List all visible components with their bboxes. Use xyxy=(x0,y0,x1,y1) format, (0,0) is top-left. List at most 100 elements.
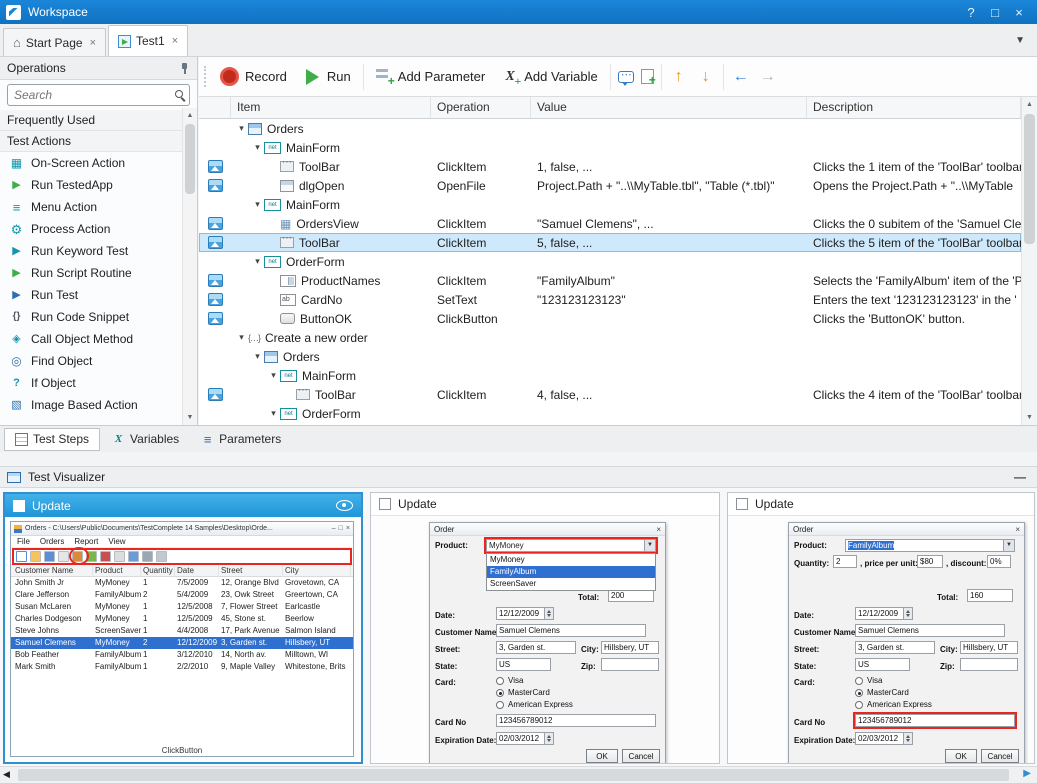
test-step-row[interactable]: ProductNamesClickItem"FamilyAlbum"Select… xyxy=(199,271,1021,290)
orders-cell: 1 xyxy=(143,649,175,661)
update-checkbox[interactable] xyxy=(13,500,25,512)
operation-run-code-snippet[interactable]: Run Code Snippet xyxy=(0,306,182,328)
scroll-left-icon[interactable]: ◀ xyxy=(3,769,10,780)
operation-image-based-action[interactable]: Image Based Action xyxy=(0,394,182,416)
test-step-row[interactable]: ▾MainForm xyxy=(199,138,1021,157)
update-label: Update xyxy=(755,497,794,511)
operation-on-screen-action[interactable]: On-Screen Action xyxy=(0,152,182,174)
update-checkbox[interactable] xyxy=(736,498,748,510)
tab-variables[interactable]: Variables xyxy=(102,428,189,451)
test-step-row[interactable]: ▾MainForm xyxy=(199,366,1021,385)
operation-find-object[interactable]: Find Object xyxy=(0,350,182,372)
operation-run-script-routine[interactable]: Run Script Routine xyxy=(0,262,182,284)
tree-expander-icon[interactable]: ▾ xyxy=(235,332,248,343)
column-header-operation[interactable]: Operation xyxy=(431,97,531,118)
record-button[interactable]: Record xyxy=(215,64,292,89)
test-step-row[interactable]: ▾Create a new order xyxy=(199,328,1021,347)
visualizer-frame-3[interactable]: Update Order × Product: FamilyAlbum ▼ Qu… xyxy=(727,492,1035,764)
test-step-row[interactable]: ToolBarClickItem5, false, ...Clicks the … xyxy=(199,233,1021,252)
tree-expander-icon[interactable]: ▾ xyxy=(251,142,264,153)
scrollbar-thumb[interactable] xyxy=(1024,114,1035,244)
visualizer-thumbnail-icon[interactable] xyxy=(208,293,223,306)
scroll-right-icon[interactable]: ▶ xyxy=(1023,768,1031,779)
help-button[interactable]: ? xyxy=(959,5,983,20)
step-description: Clicks the 0 subitem of the 'Samuel Cle xyxy=(807,217,1021,231)
scroll-down-icon[interactable]: ▼ xyxy=(1022,410,1037,425)
test-step-row[interactable]: ButtonOKClickButtonClicks the 'ButtonOK'… xyxy=(199,309,1021,328)
move-up-icon[interactable]: ↑ xyxy=(669,68,689,86)
description-icon[interactable] xyxy=(641,69,654,84)
operations-scrollbar[interactable]: ▲ ▼ xyxy=(182,108,197,425)
visualizer-thumbnail-icon[interactable] xyxy=(208,236,223,249)
add-variable-button[interactable]: X Add Variable xyxy=(497,66,602,88)
search-input[interactable] xyxy=(7,84,190,106)
eye-icon[interactable] xyxy=(336,500,353,511)
visualizer-frame-header: Update xyxy=(728,493,1034,516)
tab-test1[interactable]: Test1 × xyxy=(108,25,188,56)
scroll-up-icon[interactable]: ▲ xyxy=(183,108,197,123)
tree-expander-icon[interactable]: ▾ xyxy=(235,123,248,134)
operation-call-object-method[interactable]: Call Object Method xyxy=(0,328,182,350)
tab-list-chevron-icon[interactable]: ▼ xyxy=(1015,35,1025,46)
step-value: Project.Path + "..\\MyTable.tbl", "Table… xyxy=(531,179,807,193)
scroll-down-icon[interactable]: ▼ xyxy=(183,410,197,425)
test-step-row[interactable]: CardNoSetText"123123123123"Enters the te… xyxy=(199,290,1021,309)
close-tab-icon[interactable]: × xyxy=(172,35,178,47)
update-checkbox[interactable] xyxy=(379,498,391,510)
grid-vertical-scrollbar[interactable]: ▲ ▼ xyxy=(1021,97,1037,425)
tree-expander-icon[interactable]: ▾ xyxy=(251,199,264,210)
test-step-row[interactable]: ▾Orders xyxy=(199,347,1021,366)
indent-step-icon[interactable]: → xyxy=(758,68,778,86)
scroll-up-icon[interactable]: ▲ xyxy=(1022,97,1037,112)
tab-start-page[interactable]: ⌂ Start Page × xyxy=(3,28,106,56)
add-parameter-button[interactable]: Add Parameter xyxy=(371,66,490,87)
visualizer-frame-2[interactable]: Update Order × Product: MyMoney ▼ MyMone… xyxy=(370,492,720,764)
visualizer-thumbnail-icon[interactable] xyxy=(208,217,223,230)
test-step-row[interactable]: ToolBarClickItem4, false, ...Clicks the … xyxy=(199,385,1021,404)
operations-group-header[interactable]: Frequently Used xyxy=(0,110,182,131)
visualizer-thumbnail-icon[interactable] xyxy=(208,388,223,401)
scrollbar-thumb[interactable] xyxy=(185,124,195,194)
scrollbar-thumb[interactable] xyxy=(18,769,1009,781)
pin-icon[interactable] xyxy=(179,63,190,74)
tree-expander-icon[interactable]: ▾ xyxy=(267,408,280,419)
maximize-button[interactable]: □ xyxy=(983,5,1007,20)
column-header-item[interactable]: Item xyxy=(231,97,431,118)
operation-process-action[interactable]: Process Action xyxy=(0,218,182,240)
close-tab-icon[interactable]: × xyxy=(90,37,96,49)
outdent-step-icon[interactable]: ← xyxy=(731,68,751,86)
test-step-row[interactable]: ▾OrderForm xyxy=(199,252,1021,271)
operation-if-object[interactable]: If Object xyxy=(0,372,182,394)
orders-cell: Clare Jefferson xyxy=(15,589,93,601)
visualizer-frame-1[interactable]: Update Orders - C:\Users\Public\Document… xyxy=(3,492,363,764)
column-header-value[interactable]: Value xyxy=(531,97,807,118)
move-down-icon[interactable]: ↓ xyxy=(696,68,716,86)
operation-run-test[interactable]: Run Test xyxy=(0,284,182,306)
comment-icon[interactable] xyxy=(618,71,634,83)
tab-test-steps[interactable]: Test Steps xyxy=(4,428,100,451)
tree-expander-icon[interactable]: ▾ xyxy=(251,256,264,267)
run-button[interactable]: Run xyxy=(299,66,356,88)
tree-expander-icon[interactable]: ▾ xyxy=(267,370,280,381)
visualizer-thumbnail-icon[interactable] xyxy=(208,312,223,325)
test-step-row[interactable]: ▾Orders xyxy=(199,119,1021,138)
close-button[interactable]: × xyxy=(1007,5,1031,20)
visualizer-thumbnail-icon[interactable] xyxy=(208,274,223,287)
column-header-description[interactable]: Description xyxy=(807,97,1021,118)
horizontal-scrollbar[interactable]: ◀ ▶ xyxy=(0,766,1037,783)
tree-expander-icon[interactable]: ▾ xyxy=(251,351,264,362)
operation-menu-action[interactable]: Menu Action xyxy=(0,196,182,218)
operation-run-keyword-test[interactable]: Run Keyword Test xyxy=(0,240,182,262)
tab-parameters[interactable]: Parameters xyxy=(191,428,291,451)
visualizer-thumbnail-icon[interactable] xyxy=(208,160,223,173)
minimize-visualizer-icon[interactable]: — xyxy=(1010,470,1030,484)
operations-group-header[interactable]: Test Actions xyxy=(0,131,182,152)
test-step-row[interactable]: ▾OrderForm xyxy=(199,404,1021,423)
test-step-row[interactable]: OrdersViewClickItem"Samuel Clemens", ...… xyxy=(199,214,1021,233)
operation-run-testedapp[interactable]: Run TestedApp xyxy=(0,174,182,196)
test-step-row[interactable]: ToolBarClickItem1, false, ...Clicks the … xyxy=(199,157,1021,176)
test-step-row[interactable]: ▾MainForm xyxy=(199,195,1021,214)
test-step-row[interactable]: dlgOpenOpenFileProject.Path + "..\\MyTab… xyxy=(199,176,1021,195)
visualizer-thumbnail-icon[interactable] xyxy=(208,179,223,192)
toolbar-grip[interactable] xyxy=(204,66,207,87)
